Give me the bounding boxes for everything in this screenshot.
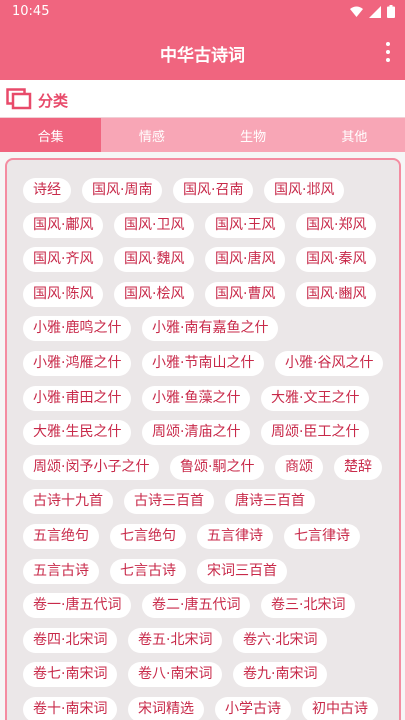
collection-panel: 诗经 国风·周南 国风·召南 国风·邶风 国风·鄘风 国风·卫风 国风·王风 国风·郑风 国风·… bbox=[5, 158, 401, 720]
collection-chip[interactable]: 国风·秦风 bbox=[296, 247, 377, 273]
app-title: 中华古诗词 bbox=[160, 46, 245, 66]
collection-chip[interactable]: 周颂·闵予小子之什 bbox=[23, 454, 160, 480]
collection-chip[interactable]: 五言古诗 bbox=[23, 558, 99, 584]
collection-chip[interactable]: 卷六·北宋词 bbox=[233, 627, 328, 653]
collection-chip[interactable]: 卷十·南宋词 bbox=[23, 697, 118, 720]
collection-chip[interactable]: 国风·邶风 bbox=[264, 178, 345, 203]
collection-chip[interactable]: 国风·曹风 bbox=[205, 281, 286, 307]
collection-chip[interactable]: 国风·魏风 bbox=[114, 247, 195, 273]
tab-creature[interactable]: 生物 bbox=[203, 118, 304, 152]
collection-chip[interactable]: 楚辞 bbox=[334, 454, 382, 480]
collection-chip[interactable]: 国风·陈风 bbox=[23, 281, 104, 307]
collection-chip[interactable]: 小学古诗 bbox=[215, 697, 291, 720]
status-bar: 10:45 bbox=[0, 0, 405, 24]
collection-chip[interactable]: 国风·鄘风 bbox=[23, 212, 104, 238]
app-bar: 中华古诗词 bbox=[0, 24, 405, 80]
collection-chip[interactable]: 小雅·节南山之什 bbox=[142, 351, 265, 376]
collection-chip[interactable]: 国风·郑风 bbox=[296, 212, 377, 238]
collection-chip[interactable]: 卷四·北宋词 bbox=[23, 627, 118, 653]
collection-chip[interactable]: 国风·唐风 bbox=[205, 247, 286, 273]
collection-chip[interactable]: 大雅·生民之什 bbox=[23, 420, 132, 446]
collection-chip[interactable]: 国风·桧风 bbox=[114, 281, 195, 307]
collection-chip[interactable]: 国风·周南 bbox=[82, 178, 163, 203]
tab-bar: 合集 情感 生物 其他 bbox=[0, 118, 405, 152]
collection-chip[interactable]: 商颂 bbox=[275, 454, 323, 480]
wifi-icon bbox=[350, 6, 363, 17]
collection-chip[interactable]: 周颂·清庙之什 bbox=[142, 420, 251, 446]
collection-chip[interactable]: 七言律诗 bbox=[284, 524, 360, 549]
collection-chip[interactable]: 诗经 bbox=[23, 178, 71, 203]
collection-chip[interactable]: 七言古诗 bbox=[110, 558, 186, 584]
collection-chip[interactable]: 小雅·谷风之什 bbox=[275, 351, 384, 376]
collection-chip[interactable]: 小雅·南有嘉鱼之什 bbox=[142, 316, 279, 342]
collection-chip[interactable]: 宋词三百首 bbox=[197, 558, 287, 584]
more-menu-icon[interactable] bbox=[383, 42, 393, 62]
status-icons bbox=[350, 5, 395, 18]
collection-chip[interactable]: 小雅·鹿鸣之什 bbox=[23, 316, 132, 342]
collection-chip[interactable]: 国风·卫风 bbox=[114, 212, 195, 238]
collection-chip[interactable]: 国风·豳风 bbox=[296, 281, 377, 307]
collection-chip[interactable]: 国风·齐风 bbox=[23, 247, 104, 273]
collection-chip[interactable]: 卷一·唐五代词 bbox=[23, 593, 132, 619]
tab-other[interactable]: 其他 bbox=[304, 118, 405, 152]
collection-chip[interactable]: 卷三·北宋词 bbox=[261, 593, 356, 619]
collection-chip[interactable]: 宋词精选 bbox=[128, 697, 204, 720]
collection-chip[interactable]: 五言律诗 bbox=[197, 524, 273, 549]
signal-icon bbox=[369, 5, 381, 18]
collection-chip[interactable]: 唐诗三百首 bbox=[225, 489, 315, 515]
collection-chip[interactable]: 小雅·甫田之什 bbox=[23, 385, 132, 411]
collection-chip[interactable]: 周颂·臣工之什 bbox=[261, 420, 370, 446]
collection-chip[interactable]: 卷八·南宋词 bbox=[128, 662, 223, 688]
collection-chip[interactable]: 初中古诗 bbox=[302, 697, 378, 720]
collection-chip[interactable]: 小雅·鸿雁之什 bbox=[23, 351, 132, 376]
collection-chip[interactable]: 小雅·鱼藻之什 bbox=[142, 385, 251, 411]
battery-icon bbox=[387, 5, 395, 18]
tab-emotion[interactable]: 情感 bbox=[101, 118, 202, 152]
collection-chip[interactable]: 卷五·北宋词 bbox=[128, 627, 223, 653]
collection-chip[interactable]: 五言绝句 bbox=[23, 524, 99, 549]
tab-collection[interactable]: 合集 bbox=[0, 118, 102, 152]
category-label: 分类 bbox=[38, 92, 69, 110]
collection-chip[interactable]: 大雅·文王之什 bbox=[261, 385, 370, 411]
collection-chip[interactable]: 七言绝句 bbox=[110, 524, 186, 549]
collection-chip[interactable]: 古诗十九首 bbox=[23, 489, 113, 515]
collection-chip[interactable]: 国风·召南 bbox=[173, 178, 254, 203]
collection-chip[interactable]: 国风·王风 bbox=[205, 212, 286, 238]
collection-chip[interactable]: 古诗三百首 bbox=[124, 489, 214, 515]
collection-chip[interactable]: 鲁颂·駉之什 bbox=[170, 454, 265, 480]
category-icon bbox=[6, 88, 32, 110]
collection-chip[interactable]: 卷二·唐五代词 bbox=[142, 593, 251, 619]
collection-chip[interactable]: 卷七·南宋词 bbox=[23, 662, 118, 688]
category-header: 分类 bbox=[0, 80, 405, 118]
collection-chip[interactable]: 卷九·南宋词 bbox=[233, 662, 328, 688]
status-time: 10:45 bbox=[12, 4, 50, 19]
